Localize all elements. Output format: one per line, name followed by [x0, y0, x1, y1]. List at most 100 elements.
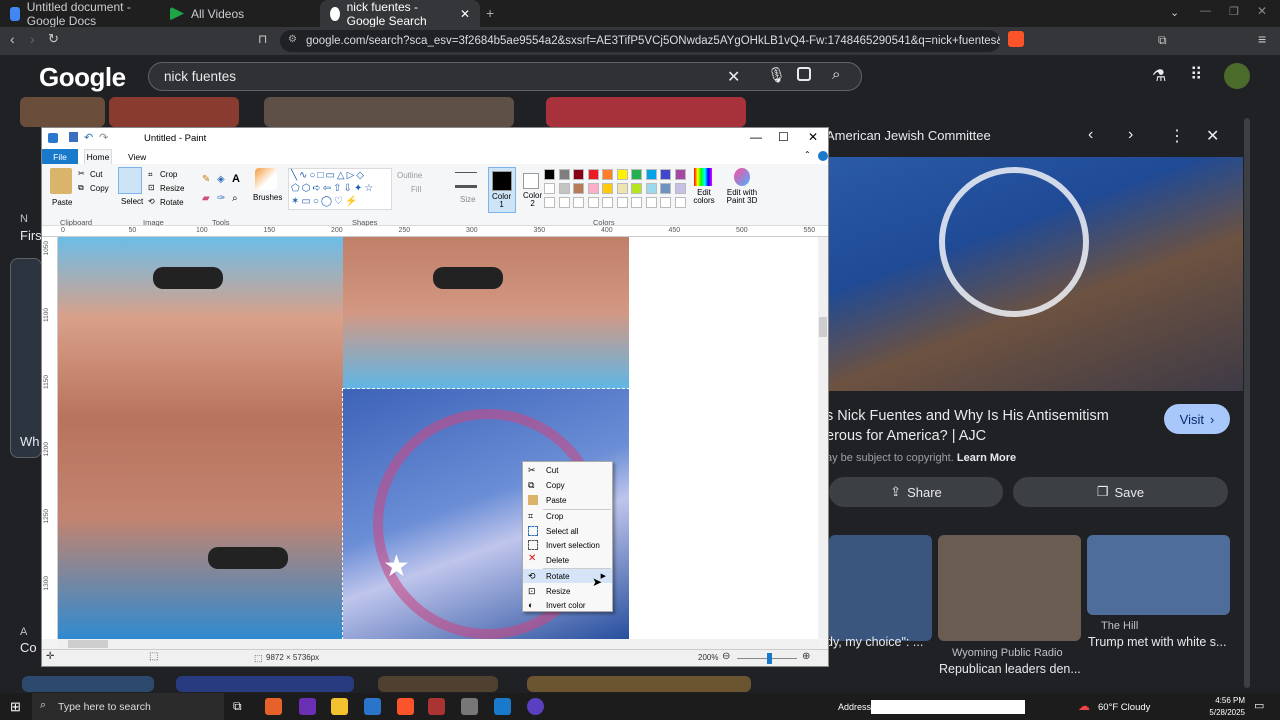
clock-time[interactable]: 4:56 PM: [1205, 696, 1245, 705]
palette-swatch[interactable]: [631, 183, 642, 194]
back-icon[interactable]: ‹: [10, 31, 15, 47]
share-button[interactable]: ⇪ Share: [829, 477, 1003, 507]
forward-icon[interactable]: ›: [30, 31, 35, 47]
size-icon[interactable]: [455, 172, 477, 188]
fill-button[interactable]: Fill: [411, 185, 421, 194]
paint-app-icon[interactable]: [48, 133, 58, 143]
paste-icon[interactable]: [50, 168, 72, 194]
canvas-area[interactable]: ★: [58, 237, 818, 639]
tab-list-icon[interactable]: ⌄: [1170, 6, 1179, 19]
palette-swatch[interactable]: [631, 169, 642, 180]
taskbar-app-icon[interactable]: [364, 698, 381, 715]
next-icon[interactable]: ›: [1128, 126, 1133, 144]
related-title[interactable]: dy, my choice": ...: [826, 635, 923, 649]
palette-swatch[interactable]: [602, 183, 613, 194]
learn-more-link[interactable]: Learn More: [957, 452, 1016, 464]
brave-icon[interactable]: [397, 698, 414, 715]
collapse-ribbon-icon[interactable]: ⌃: [804, 150, 811, 159]
new-tab-icon[interactable]: +: [486, 5, 494, 21]
close-icon[interactable]: ✕: [808, 130, 818, 144]
palette-swatch[interactable]: [645, 169, 657, 180]
palette-swatch[interactable]: [660, 169, 671, 180]
shapes-gallery[interactable]: ╲∿○□▭△▷◇ ⬠⬡➪⇦⇧⇩✦☆ ✶▭○◯♡⚡: [288, 168, 392, 210]
undo-icon[interactable]: ↶: [84, 131, 93, 144]
close-window-icon[interactable]: ✕: [1257, 4, 1267, 18]
result-image[interactable]: [22, 676, 154, 692]
related-image[interactable]: [938, 535, 1081, 641]
search-icon[interactable]: ⌕: [832, 66, 840, 83]
scroll-thumb[interactable]: [68, 640, 108, 648]
palette-swatch[interactable]: [674, 183, 686, 194]
taskbar-app-icon[interactable]: [461, 698, 478, 715]
palette-swatch[interactable]: [558, 169, 570, 180]
magnifier-icon[interactable]: ⌕: [232, 193, 238, 204]
palette-swatch-empty[interactable]: [631, 197, 642, 208]
palette-swatch[interactable]: [602, 169, 613, 180]
lens-icon[interactable]: [797, 67, 811, 81]
preview-source[interactable]: American Jewish Committee: [826, 128, 991, 143]
taskbar-app-icon[interactable]: [527, 698, 544, 715]
copy-button[interactable]: Copy: [90, 184, 109, 193]
redo-icon[interactable]: ↷: [99, 131, 108, 144]
edit-with-paint3d-button[interactable]: Edit with Paint 3D: [722, 189, 762, 205]
menu-item-cut[interactable]: ✂ Cut: [523, 463, 612, 477]
pencil-icon[interactable]: ✎: [202, 174, 210, 185]
palette-swatch-empty[interactable]: [587, 197, 599, 208]
select-button[interactable]: Select: [121, 197, 143, 206]
palette-swatch-empty[interactable]: [602, 197, 613, 208]
zoom-slider-thumb[interactable]: [767, 653, 772, 664]
palette-swatch-empty[interactable]: [645, 197, 657, 208]
save-button[interactable]: ❒ Save: [1013, 477, 1228, 507]
outline-button[interactable]: Outline: [397, 171, 422, 180]
select-icon[interactable]: [118, 167, 142, 194]
menu-item-copy[interactable]: ⧉ Copy: [523, 478, 612, 492]
size-button[interactable]: Size: [460, 195, 476, 204]
scroll-thumb[interactable]: [819, 317, 827, 337]
result-title[interactable]: Wh: [20, 434, 40, 449]
rotate-button[interactable]: Rotate: [160, 198, 184, 207]
result-image[interactable]: [378, 676, 498, 692]
taskbar-app-icon[interactable]: [299, 698, 316, 715]
menu-item-invert-color[interactable]: ◐ Invert color: [523, 598, 612, 612]
cut-button[interactable]: Cut: [90, 170, 102, 179]
palette-swatch[interactable]: [660, 183, 671, 194]
search-input[interactable]: nick fuentes: [164, 69, 236, 84]
color1-selector[interactable]: Color 1: [488, 167, 516, 213]
color-picker-icon[interactable]: ✑: [217, 193, 225, 204]
result-card-selected[interactable]: [10, 258, 42, 458]
menu-icon[interactable]: ≡: [1258, 31, 1266, 47]
search-box[interactable]: nick fuentes ✕ 🎙 ⌕: [148, 62, 862, 91]
panel-scrollbar[interactable]: [1244, 118, 1250, 688]
tab-view[interactable]: View: [128, 152, 146, 162]
google-logo[interactable]: Google: [39, 62, 126, 93]
zoom-in-icon[interactable]: ⊕: [802, 651, 810, 662]
palette-swatch[interactable]: [573, 183, 584, 194]
brushes-button[interactable]: Brushes: [253, 193, 282, 202]
brushes-icon[interactable]: [255, 168, 277, 190]
start-icon[interactable]: ⊞: [10, 699, 21, 715]
extensions-icon[interactable]: ⧉: [1158, 33, 1167, 48]
reload-icon[interactable]: ↻: [48, 31, 59, 47]
address-input[interactable]: [871, 700, 1025, 714]
minimize-icon[interactable]: —: [750, 130, 762, 144]
tab-home[interactable]: Home: [84, 149, 112, 164]
palette-swatch[interactable]: [587, 183, 599, 194]
result-title[interactable]: Co: [20, 640, 37, 655]
result-image[interactable]: [109, 97, 239, 127]
result-image[interactable]: [264, 97, 514, 127]
zoom-out-icon[interactable]: ⊖: [722, 651, 730, 662]
palette-swatch[interactable]: [558, 183, 570, 194]
palette-swatch[interactable]: [544, 169, 555, 180]
prev-icon[interactable]: ‹: [1088, 126, 1093, 144]
palette-swatch[interactable]: [674, 169, 686, 180]
taskbar-search[interactable]: ⌕ Type here to search: [32, 693, 224, 720]
edit-colors-button[interactable]: Edit colors: [690, 189, 718, 205]
mic-icon[interactable]: 🎙: [767, 66, 786, 84]
palette-swatch[interactable]: [616, 169, 628, 180]
palette-swatch[interactable]: [645, 183, 657, 194]
palette-swatch[interactable]: [573, 169, 584, 180]
related-image[interactable]: [829, 535, 932, 641]
tab-google-search[interactable]: nick fuentes - Google Search ✕: [320, 0, 480, 28]
tab-all-videos[interactable]: All Videos: [160, 0, 320, 27]
palette-swatch-empty[interactable]: [558, 197, 570, 208]
